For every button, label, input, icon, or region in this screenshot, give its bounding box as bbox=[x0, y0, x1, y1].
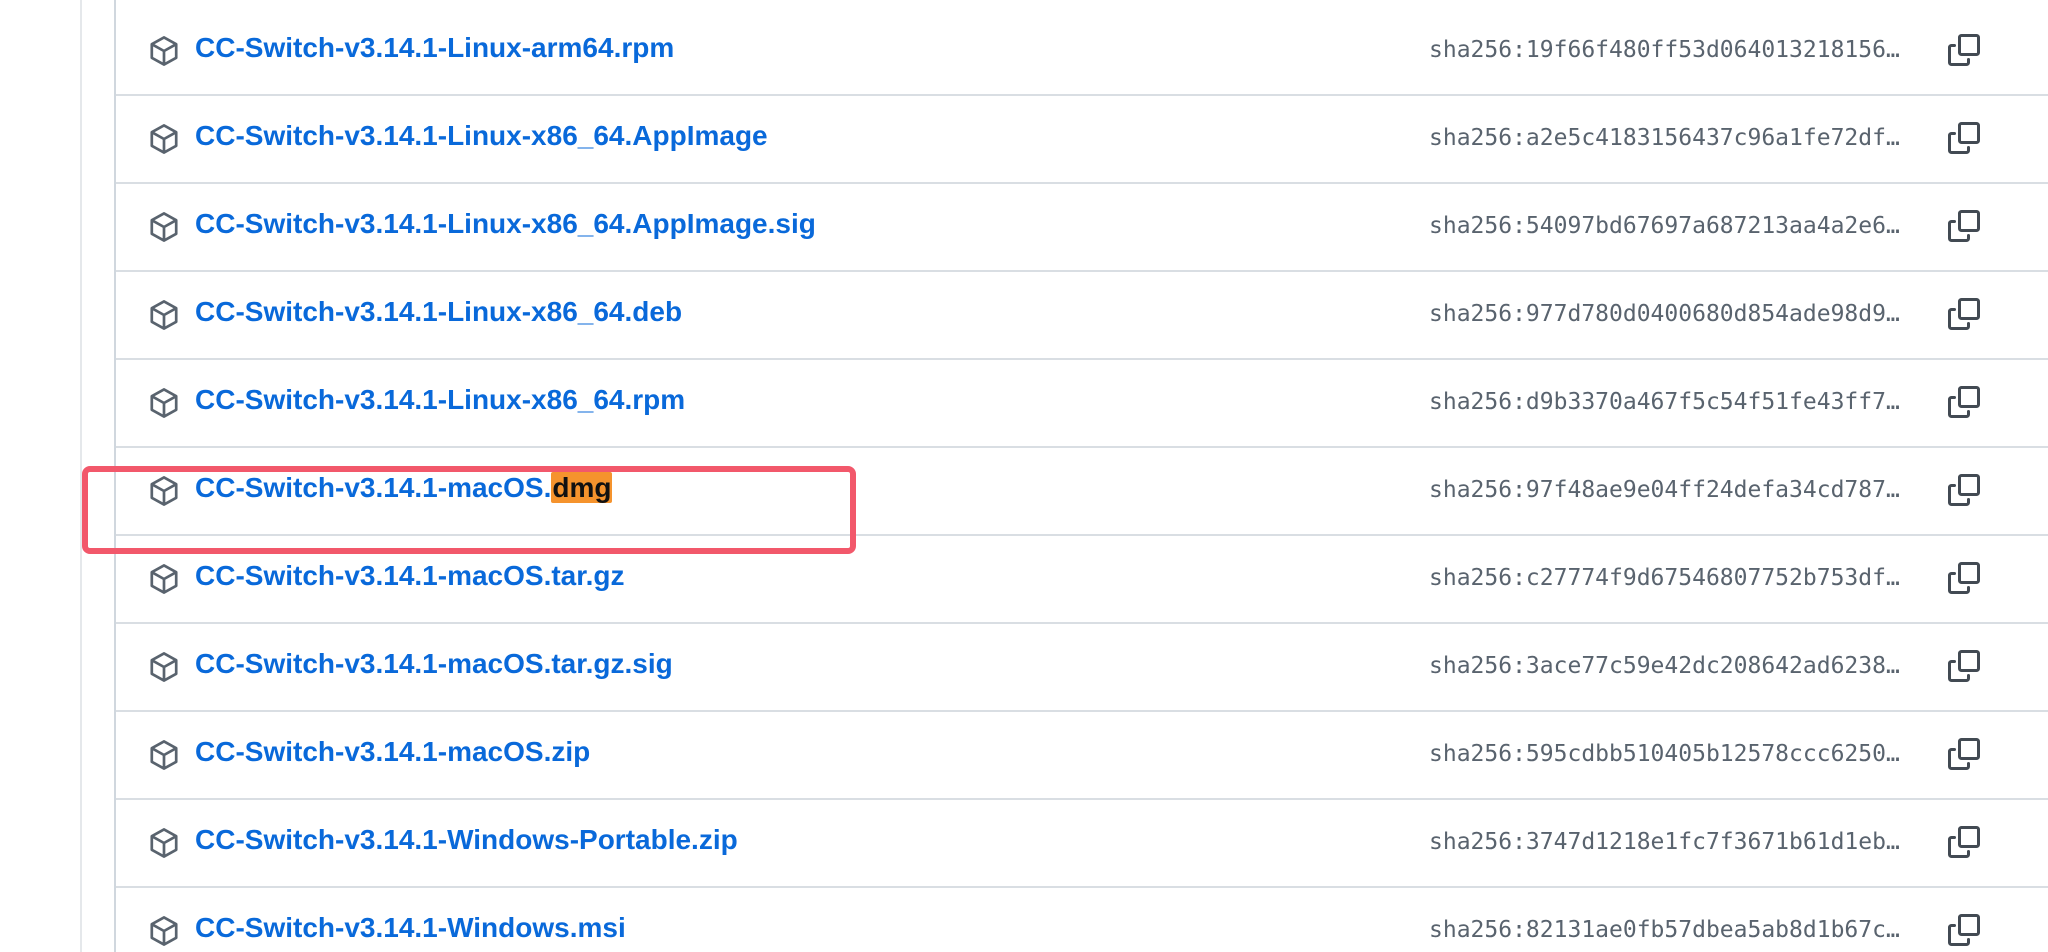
asset-digest: sha256:3ace77c59e42dc208642ad6238… bbox=[1429, 653, 1900, 679]
asset-row: CC-Switch-v3.14.1-Linux-x86_64.rpm sha25… bbox=[116, 360, 2048, 448]
asset-link[interactable]: CC-Switch-v3.14.1-macOS.zip bbox=[195, 732, 590, 772]
asset-row: CC-Switch-v3.14.1-Linux-x86_64.deb sha25… bbox=[116, 272, 2048, 360]
copy-digest-button[interactable] bbox=[1944, 470, 1984, 510]
asset-digest: sha256:595cdbb510405b12578ccc6250… bbox=[1429, 741, 1900, 767]
asset-row: CC-Switch-v3.14.1-macOS.tar.gz.sig sha25… bbox=[116, 624, 2048, 712]
asset-digest: sha256:977d780d0400680d854ade98d9… bbox=[1429, 301, 1900, 327]
copy-digest-button[interactable] bbox=[1944, 910, 1984, 950]
copy-icon bbox=[1948, 914, 1980, 946]
asset-row: CC-Switch-v3.14.1-macOS.tar.gz sha256:c2… bbox=[116, 536, 2048, 624]
package-icon bbox=[148, 299, 180, 331]
copy-digest-button[interactable] bbox=[1944, 822, 1984, 862]
package-icon bbox=[148, 651, 180, 683]
asset-row: CC-Switch-v3.14.1-Linux-x86_64.AppImage … bbox=[116, 96, 2048, 184]
copy-icon bbox=[1948, 34, 1980, 66]
asset-link[interactable]: CC-Switch-v3.14.1-macOS.tar.gz.sig bbox=[195, 644, 673, 684]
asset-row: CC-Switch-v3.14.1-Windows.msi sha256:821… bbox=[116, 888, 2048, 952]
package-icon bbox=[148, 35, 180, 67]
asset-link[interactable]: CC-Switch-v3.14.1-Linux-x86_64.AppImage bbox=[195, 116, 768, 156]
copy-digest-button[interactable] bbox=[1944, 382, 1984, 422]
package-icon bbox=[148, 827, 180, 859]
asset-digest: sha256:54097bd67697a687213aa4a2e6… bbox=[1429, 213, 1900, 239]
copy-icon bbox=[1948, 650, 1980, 682]
copy-icon bbox=[1948, 298, 1980, 330]
copy-icon bbox=[1948, 738, 1980, 770]
package-icon bbox=[148, 915, 180, 947]
asset-row: CC-Switch-v3.14.1-Windows-Portable.zip s… bbox=[116, 800, 2048, 888]
asset-link[interactable]: CC-Switch-v3.14.1-Linux-x86_64.AppImage.… bbox=[195, 204, 816, 244]
release-assets-page: CC-Switch-v3.14.1-Linux-arm64.rpm sha256… bbox=[0, 0, 2048, 952]
copy-digest-button[interactable] bbox=[1944, 558, 1984, 598]
asset-row: CC-Switch-v3.14.1-Linux-x86_64.AppImage.… bbox=[116, 184, 2048, 272]
copy-digest-button[interactable] bbox=[1944, 118, 1984, 158]
asset-digest: sha256:d9b3370a467f5c54f51fe43ff7… bbox=[1429, 389, 1900, 415]
copy-icon bbox=[1948, 210, 1980, 242]
asset-digest: sha256:c27774f9d67546807752b753df… bbox=[1429, 565, 1900, 591]
copy-digest-button[interactable] bbox=[1944, 646, 1984, 686]
asset-link[interactable]: CC-Switch-v3.14.1-macOS.dmg bbox=[195, 468, 613, 508]
search-highlight: dmg bbox=[551, 472, 613, 503]
asset-link[interactable]: CC-Switch-v3.14.1-Windows-Portable.zip bbox=[195, 820, 738, 860]
copy-icon bbox=[1948, 122, 1980, 154]
package-icon bbox=[148, 387, 180, 419]
asset-digest: sha256:3747d1218e1fc7f3671b61d1eb… bbox=[1429, 829, 1900, 855]
package-icon bbox=[148, 475, 180, 507]
asset-digest: sha256:97f48ae9e04ff24defa34cd787… bbox=[1429, 477, 1900, 503]
package-icon bbox=[148, 563, 180, 595]
asset-link[interactable]: CC-Switch-v3.14.1-Linux-arm64.rpm bbox=[195, 28, 674, 68]
asset-digest: sha256:82131ae0fb57dbea5ab8d1b67c… bbox=[1429, 917, 1900, 943]
asset-digest: sha256:a2e5c4183156437c96a1fe72df… bbox=[1429, 125, 1900, 151]
package-icon bbox=[148, 211, 180, 243]
asset-digest: sha256:19f66f480ff53d064013218156… bbox=[1429, 37, 1900, 63]
copy-digest-button[interactable] bbox=[1944, 294, 1984, 334]
asset-row: CC-Switch-v3.14.1-Linux-arm64.rpm sha256… bbox=[116, 8, 2048, 96]
copy-digest-button[interactable] bbox=[1944, 734, 1984, 774]
asset-link[interactable]: CC-Switch-v3.14.1-Linux-x86_64.deb bbox=[195, 292, 682, 332]
package-icon bbox=[148, 123, 180, 155]
timeline-rule bbox=[80, 0, 82, 952]
copy-icon bbox=[1948, 386, 1980, 418]
asset-row: CC-Switch-v3.14.1-macOS.dmg sha256:97f48… bbox=[116, 448, 2048, 536]
asset-link[interactable]: CC-Switch-v3.14.1-macOS.tar.gz bbox=[195, 556, 624, 596]
copy-icon bbox=[1948, 562, 1980, 594]
asset-link[interactable]: CC-Switch-v3.14.1-Windows.msi bbox=[195, 908, 626, 948]
package-icon bbox=[148, 739, 180, 771]
copy-digest-button[interactable] bbox=[1944, 30, 1984, 70]
copy-icon bbox=[1948, 826, 1980, 858]
copy-icon bbox=[1948, 474, 1980, 506]
asset-row: CC-Switch-v3.14.1-macOS.zip sha256:595cd… bbox=[116, 712, 2048, 800]
copy-digest-button[interactable] bbox=[1944, 206, 1984, 246]
asset-link[interactable]: CC-Switch-v3.14.1-Linux-x86_64.rpm bbox=[195, 380, 685, 420]
